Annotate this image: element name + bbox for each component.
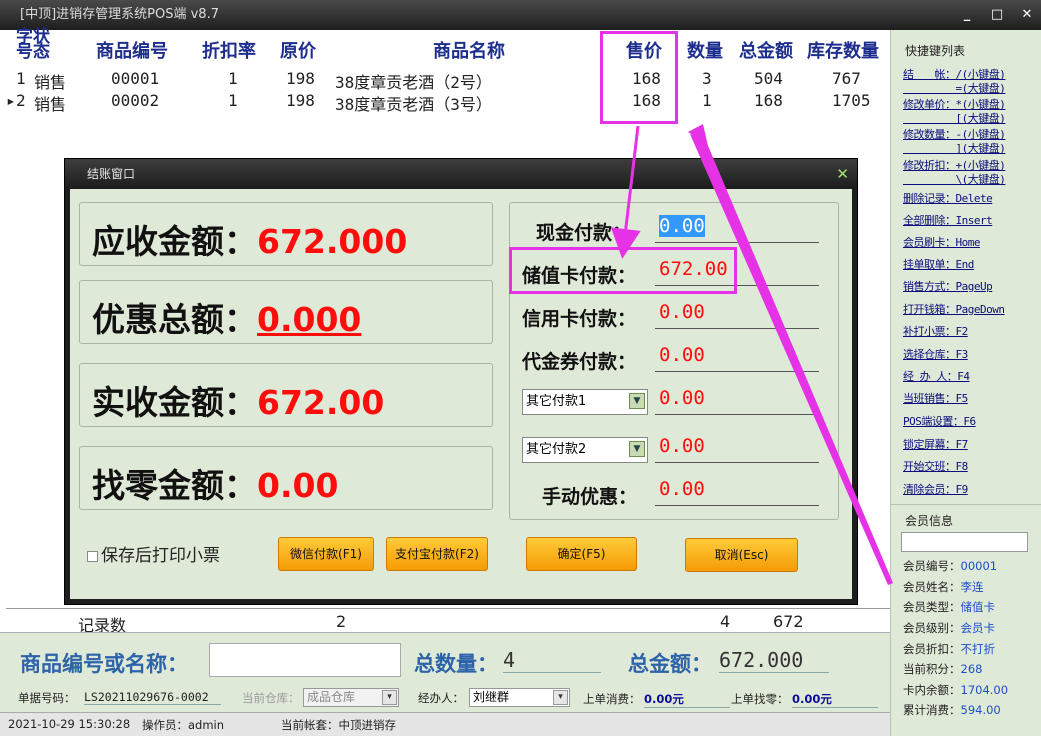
annotation-arrows — [610, 124, 893, 585]
arrow-to-stored-card — [610, 125, 641, 259]
arrow-from-member-info — [690, 134, 893, 585]
